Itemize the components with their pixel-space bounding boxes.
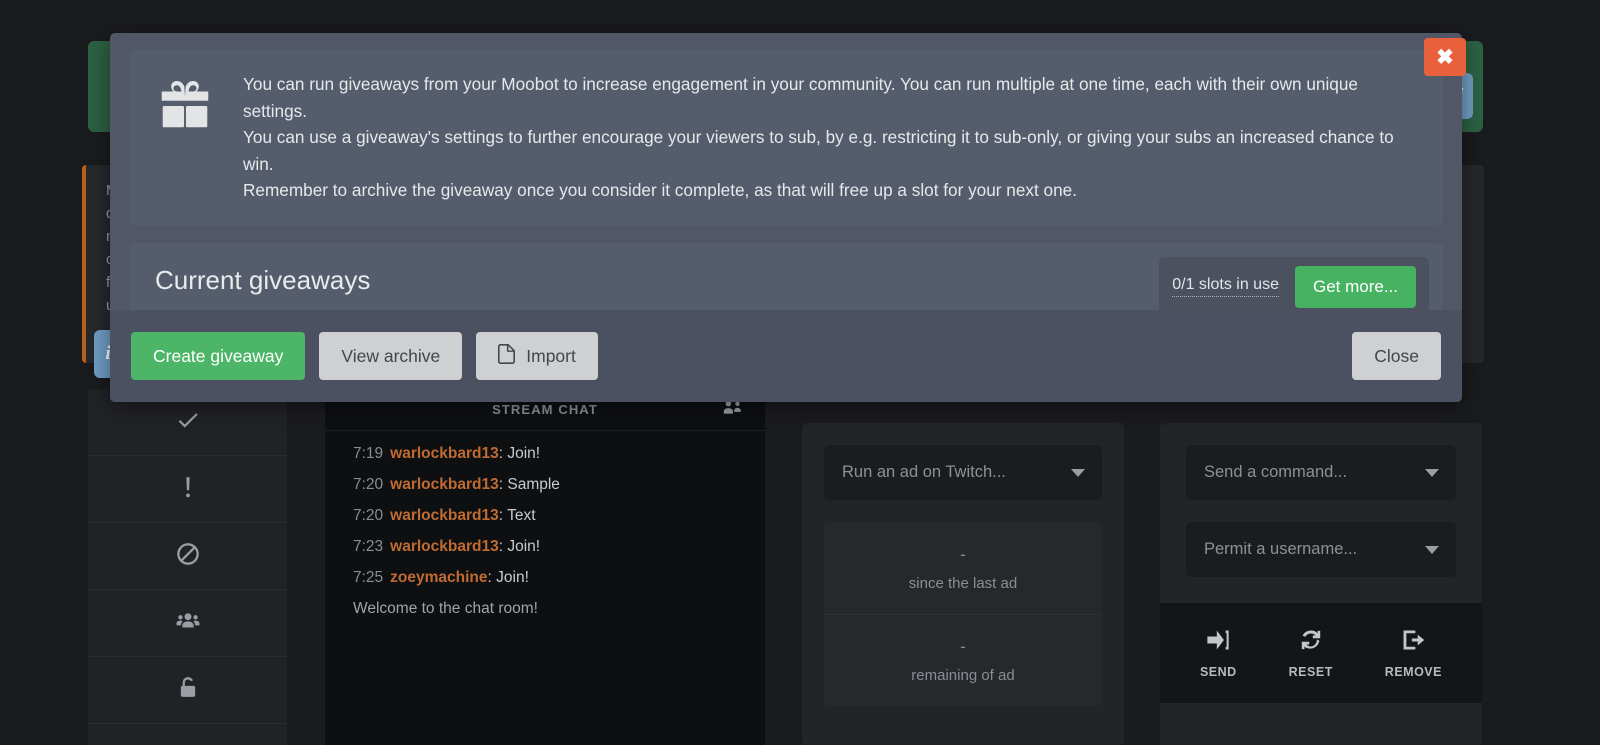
modal-close-button[interactable]: ✖: [1424, 38, 1466, 76]
chevron-down-icon: [1425, 468, 1439, 477]
create-giveaway-button[interactable]: Create giveaway: [131, 332, 306, 380]
notice-line-1: You can run giveaways from your Moobot t…: [243, 74, 1358, 121]
stream-chat-title: STREAM CHAT: [492, 402, 598, 417]
ad-stat-label: since the last ad: [908, 574, 1018, 592]
moderation-icon-rail: [88, 389, 287, 745]
ad-stat-value: -: [960, 544, 966, 564]
permit-username-select[interactable]: Permit a username...: [1186, 522, 1456, 577]
chat-text: Join!: [496, 569, 529, 586]
ad-stats: - since the last ad - remaining of ad: [824, 522, 1102, 706]
remove-action-button[interactable]: REMOVE: [1385, 627, 1442, 679]
commands-selects: Send a command... Permit a username...: [1160, 423, 1482, 603]
exclamation-icon: [175, 474, 201, 505]
close-button[interactable]: Close: [1352, 332, 1441, 380]
chat-colon: :: [498, 507, 508, 524]
slots-widget: 0/1 slots in use Get more...: [1159, 256, 1429, 317]
permit-username-select-label: Permit a username...: [1204, 540, 1358, 558]
chat-time: 7:25: [353, 569, 384, 586]
ban-icon: [175, 541, 201, 572]
giveaway-info-text: You can run giveaways from your Moobot t…: [243, 71, 1418, 204]
notice-line-3: Remember to archive the giveaway once yo…: [243, 180, 1078, 200]
chat-text: Sample: [507, 476, 560, 493]
chat-users-icon[interactable]: [721, 400, 743, 425]
gift-icon: [154, 71, 216, 141]
get-more-button[interactable]: Get more...: [1294, 265, 1416, 308]
chat-text: Join!: [507, 445, 541, 462]
commands-panel: Send a command... Permit a username... S…: [1160, 423, 1482, 745]
chat-colon: :: [487, 569, 497, 586]
chat-message: 7:23 warlockbard13: Join!: [325, 538, 765, 556]
check-icon: [175, 407, 201, 438]
slots-in-use-text[interactable]: 0/1 slots in use: [1172, 276, 1279, 297]
stream-chat-panel: STREAM CHAT 7:19 warlockbard13: Join! 7:2…: [325, 389, 765, 745]
chat-username[interactable]: warlockbard13: [390, 538, 499, 555]
chat-username[interactable]: warlockbard13: [390, 476, 499, 493]
rail-item-permissions[interactable]: [88, 657, 287, 724]
notice-line-2: You can use a giveaway's settings to fur…: [243, 127, 1394, 174]
reset-action-label: RESET: [1288, 665, 1333, 679]
chat-text: Join!: [507, 538, 541, 555]
ads-panel: Run an ad on Twitch... - since the last …: [802, 423, 1124, 745]
chat-message: 7:25 zoeymachine: Join!: [325, 569, 765, 587]
rail-item-warnings[interactable]: [88, 456, 287, 523]
chat-username[interactable]: warlockbard13: [390, 507, 499, 524]
people-icon: [175, 608, 201, 639]
close-icon: ✖: [1436, 45, 1454, 69]
chevron-down-icon: [1071, 468, 1085, 477]
run-ad-select-label: Run an ad on Twitch...: [842, 463, 1006, 481]
run-ad-select[interactable]: Run an ad on Twitch...: [824, 445, 1102, 500]
command-action-bar: SEND RESET REMOVE: [1160, 603, 1482, 703]
ad-stat-remaining: - remaining of ad: [824, 614, 1102, 706]
reset-action-button[interactable]: RESET: [1289, 627, 1333, 679]
chat-time: 7:19: [353, 445, 384, 462]
rail-item-banned[interactable]: [88, 523, 287, 590]
chat-time: 7:20: [353, 476, 384, 493]
file-icon: [498, 343, 516, 369]
send-action-button[interactable]: SEND: [1200, 627, 1237, 679]
remove-action-label: REMOVE: [1384, 665, 1442, 679]
ad-stat-since-last: - since the last ad: [824, 522, 1102, 614]
refresh-icon: [1296, 627, 1326, 656]
import-button[interactable]: Import: [476, 332, 598, 380]
send-command-select[interactable]: Send a command...: [1186, 445, 1456, 500]
chat-message: 7:19 warlockbard13: Join!: [325, 445, 765, 463]
chat-message: 7:20 warlockbard13: Text: [325, 507, 765, 525]
giveaways-modal: ✖ You can run giveaways from your Moobot…: [110, 33, 1466, 402]
import-button-label: Import: [526, 345, 576, 366]
view-archive-button[interactable]: View archive: [319, 332, 463, 380]
rail-item-users[interactable]: [88, 590, 287, 657]
chat-text: Text: [507, 507, 536, 524]
chevron-down-icon: [1425, 545, 1439, 554]
modal-footer: Create giveaway View archive Import Clos…: [110, 310, 1462, 402]
ad-stat-label: remaining of ad: [911, 667, 1015, 684]
exit-arrow-icon: [1398, 627, 1428, 656]
send-action-label: SEND: [1199, 665, 1237, 679]
chat-time: 7:20: [353, 507, 384, 524]
stream-chat-messages: 7:19 warlockbard13: Join! 7:20 warlockbard…: [325, 431, 765, 618]
ad-stat-value: -: [960, 637, 966, 656]
chat-time: 7:23: [353, 538, 384, 555]
send-arrow-icon: [1203, 627, 1233, 656]
send-command-select-label: Send a command...: [1204, 463, 1348, 481]
app-root: M d m cl fu u i: [0, 0, 1600, 745]
chat-username[interactable]: warlockbard13: [390, 445, 499, 462]
chat-system-message: Welcome to the chat room!: [353, 600, 538, 617]
chat-username[interactable]: zoeymachine: [390, 569, 487, 586]
unlock-icon: [175, 675, 201, 706]
chat-message: 7:20 warlockbard13: Sample: [325, 476, 765, 494]
giveaway-info-notice: You can run giveaways from your Moobot t…: [129, 50, 1443, 225]
